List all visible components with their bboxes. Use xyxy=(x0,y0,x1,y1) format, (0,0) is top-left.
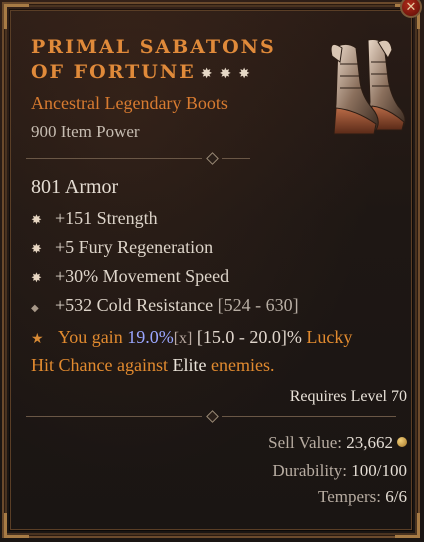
affix-bullet-icon: ✸ xyxy=(31,213,42,228)
aspect-end: enemies. xyxy=(210,355,275,375)
section-divider xyxy=(26,410,396,423)
item-tooltip: ✕ PRIMAL SABATONS OF FORTUNE ✸ ✸ ✸ Ances… xyxy=(0,0,424,542)
sell-value-amount: 23,662 xyxy=(346,433,393,452)
item-name: PRIMAL SABATONS OF FORTUNE ✸ ✸ ✸ xyxy=(31,35,301,87)
aspect-marker: [x] xyxy=(173,330,193,347)
aspect-prefix: You gain xyxy=(58,327,123,347)
tempers: Tempers: 6/6 xyxy=(318,487,407,507)
aspect-elite: Elite xyxy=(172,355,207,375)
aspect-value: 19.0% xyxy=(127,327,174,347)
corner-ornament xyxy=(395,513,420,538)
corner-ornament xyxy=(4,4,29,29)
affix-line: ◆ +532 Cold Resistance [524 - 630] xyxy=(31,295,299,316)
aspect-suffix: Hit Chance against xyxy=(31,355,168,375)
affix-line: ✸ +30% Movement Speed xyxy=(31,266,229,287)
durability: Durability: 100/100 xyxy=(272,461,407,481)
section-divider xyxy=(26,152,396,165)
affix-bullet-icon: ◆ xyxy=(31,303,39,314)
affix-text: +5 Fury Regeneration xyxy=(55,237,214,257)
affix-range: [524 - 630] xyxy=(217,295,299,315)
boots-icon xyxy=(330,39,406,135)
affix-text: +151 Strength xyxy=(55,208,158,228)
tempers-value: 6/6 xyxy=(385,487,407,506)
affix-line: ✸ +151 Strength xyxy=(31,208,158,229)
affix-bullet-icon: ✸ xyxy=(31,242,42,257)
item-type: Ancestral Legendary Boots xyxy=(31,93,228,113)
sell-value: Sell Value: 23,662 xyxy=(268,433,407,453)
durability-value: 100/100 xyxy=(351,461,407,480)
legendary-aspect-icon: ★ xyxy=(31,331,44,347)
aspect-suffix: Lucky xyxy=(306,327,353,347)
item-power: 900 Item Power xyxy=(31,122,140,141)
gold-coin-icon xyxy=(397,437,407,447)
star-icon: ✸ xyxy=(219,66,234,82)
star-icon: ✸ xyxy=(200,66,215,82)
affix-bullet-icon: ✸ xyxy=(31,271,42,286)
durability-label: Durability: xyxy=(272,461,348,480)
affix-text: +532 Cold Resistance xyxy=(55,295,214,315)
sell-value-label: Sell Value: xyxy=(268,433,342,452)
requires-level: Requires Level 70 xyxy=(289,388,407,405)
affix-line: ✸ +5 Fury Regeneration xyxy=(31,237,213,258)
affix-text: +30% Movement Speed xyxy=(55,266,230,286)
tempers-label: Tempers: xyxy=(318,487,382,506)
armor-value: 801 Armor xyxy=(31,176,119,198)
corner-ornament xyxy=(4,513,29,538)
legendary-aspect: ★ You gain 19.0%[x] [15.0 - 20.0]% Lucky H… xyxy=(31,324,376,378)
star-icon: ✸ xyxy=(238,66,252,82)
aspect-range: [15.0 - 20.0]% xyxy=(196,327,302,347)
